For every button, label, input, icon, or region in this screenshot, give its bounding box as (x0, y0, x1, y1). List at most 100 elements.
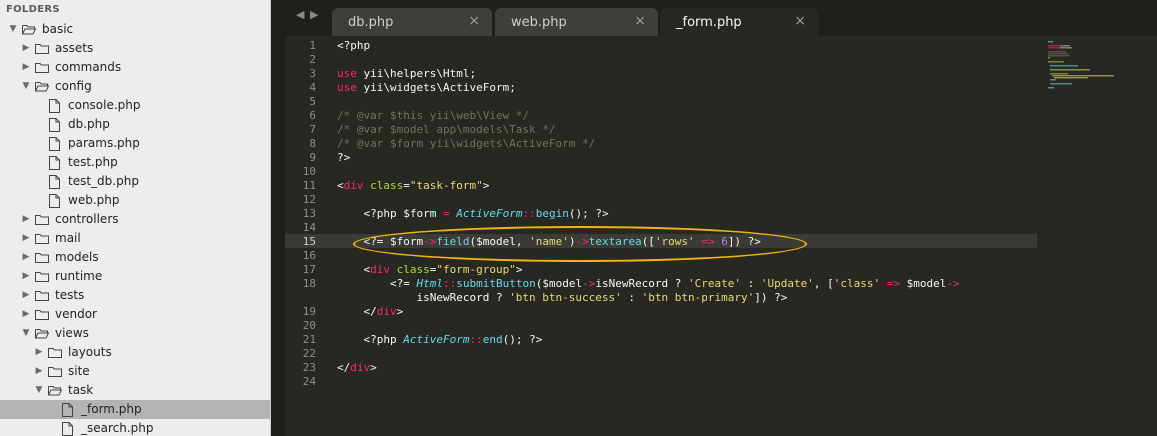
triangle-right-icon[interactable]: ▶ (34, 362, 44, 381)
folder-icon (48, 348, 62, 358)
triangle-right-icon[interactable]: ▶ (21, 229, 31, 248)
tree-item-label: config (55, 79, 92, 93)
file-item[interactable]: db.php (0, 115, 270, 134)
folder-item[interactable]: ▶ mail (0, 229, 270, 248)
folder-open-icon (22, 25, 36, 35)
folder-icon (48, 367, 62, 377)
close-icon[interactable]: × (794, 13, 806, 29)
triangle-down-icon[interactable]: ▼ (8, 20, 18, 39)
code-token: use (337, 81, 357, 94)
triangle-right-icon[interactable]: ▶ (34, 343, 44, 362)
line-number (285, 291, 316, 305)
triangle-right-icon[interactable]: ▶ (21, 58, 31, 77)
file-icon (62, 403, 73, 417)
file-item[interactable]: console.php (0, 96, 270, 115)
triangle-right-icon[interactable]: ▶ (21, 267, 31, 286)
code-token: ]) ?> (754, 291, 788, 304)
code-token: class (396, 263, 430, 276)
code-token: <?php $form (337, 207, 443, 220)
code-token: = (442, 207, 450, 220)
folder-item[interactable]: ▼ basic (0, 20, 270, 39)
line-number: 22 (302, 347, 316, 360)
code-token: -> (946, 277, 960, 290)
folder-item[interactable]: ▼ config (0, 77, 270, 96)
tree-item-label: controllers (55, 212, 119, 226)
line-number: 4 (309, 81, 316, 94)
folder-item[interactable]: ▶ controllers (0, 210, 270, 229)
line-number: 20 (302, 319, 316, 332)
arrow-left-icon[interactable]: ◀ (296, 8, 304, 21)
code-token: <?php (337, 333, 404, 346)
tree-item-label: commands (55, 60, 122, 74)
file-item[interactable]: test.php (0, 153, 270, 172)
triangle-right-icon[interactable]: ▶ (21, 248, 31, 267)
tab-db-php[interactable]: db.php × (332, 8, 492, 36)
folder-item[interactable]: ▶ assets (0, 39, 270, 58)
line-number: 3 (309, 67, 316, 80)
sidebar-header: FOLDERS (6, 4, 60, 15)
folder-item[interactable]: ▶ site (0, 362, 270, 381)
code-token: => (886, 277, 900, 290)
file-tree: ▼ basic ▶ assets ▶ commands ▼ config console.php… (0, 20, 270, 436)
sidebar-divider[interactable] (271, 0, 285, 436)
code-token: 'btn btn-success' (509, 291, 622, 304)
code-token: 'Create' (688, 277, 742, 290)
folder-icon (35, 291, 49, 301)
triangle-right-icon[interactable]: ▶ (21, 39, 31, 58)
folder-item[interactable]: ▶ runtime (0, 267, 270, 286)
code-token: <?= (337, 277, 417, 290)
code-token: $model (900, 277, 947, 290)
folder-open-icon (48, 386, 62, 396)
file-item[interactable]: web.php (0, 191, 270, 210)
triangle-down-icon[interactable]: ▼ (21, 324, 31, 343)
tree-item-label: _form.php (81, 402, 142, 416)
folder-icon (35, 253, 49, 263)
tree-item-label: test_db.php (68, 174, 139, 188)
tree-item-label: task (68, 383, 94, 397)
code-line: </div> (337, 361, 377, 375)
folder-item[interactable]: ▼ task (0, 381, 270, 400)
file-icon (49, 175, 60, 189)
tab-web-php[interactable]: web.php × (495, 8, 658, 36)
code-token: "form-group" (436, 263, 516, 276)
code-token: /* @var $form yii\widgets\ActiveForm */ (337, 137, 596, 150)
code-token: :: (469, 333, 483, 346)
minimap[interactable] (1040, 36, 1157, 436)
code-token: > (515, 263, 523, 276)
folder-item[interactable]: ▶ layouts (0, 343, 270, 362)
folder-item[interactable]: ▶ models (0, 248, 270, 267)
code-line: <?= Html::submitButton($model->isNewReco… (337, 277, 960, 291)
code-token: div (370, 263, 390, 276)
code-token: < (337, 179, 344, 192)
line-number: 24 (302, 375, 316, 388)
folder-icon (35, 44, 49, 54)
code-token: /* @var $this yii\web\View */ (337, 109, 530, 122)
folder-item[interactable]: ▼ views (0, 324, 270, 343)
triangle-right-icon[interactable]: ▶ (21, 286, 31, 305)
file-item[interactable]: _form.php (0, 400, 270, 419)
code-token: :: (442, 277, 457, 290)
tab-label: db.php (348, 15, 394, 30)
triangle-right-icon[interactable]: ▶ (21, 305, 31, 324)
triangle-down-icon[interactable]: ▼ (21, 77, 31, 96)
arrow-right-icon[interactable]: ▶ (310, 8, 318, 21)
code-token: 'btn btn-primary' (641, 291, 755, 304)
file-icon (62, 422, 73, 436)
folder-item[interactable]: ▶ tests (0, 286, 270, 305)
folder-item[interactable]: ▶ vendor (0, 305, 270, 324)
code-token: isNewRecord ? (337, 291, 510, 304)
file-item[interactable]: params.php (0, 134, 270, 153)
file-item[interactable]: test_db.php (0, 172, 270, 191)
file-item[interactable]: _search.php (0, 419, 270, 436)
triangle-right-icon[interactable]: ▶ (21, 210, 31, 229)
folder-item[interactable]: ▶ commands (0, 58, 270, 77)
code-line: <div class="task-form"> (337, 179, 489, 193)
tree-item-label: assets (55, 41, 94, 55)
code-token: (); ?> (502, 333, 543, 346)
close-icon[interactable]: × (634, 13, 646, 29)
tab-form-php[interactable]: _form.php × (660, 8, 818, 36)
file-icon (49, 99, 60, 113)
triangle-down-icon[interactable]: ▼ (34, 381, 44, 400)
close-icon[interactable]: × (468, 13, 480, 29)
